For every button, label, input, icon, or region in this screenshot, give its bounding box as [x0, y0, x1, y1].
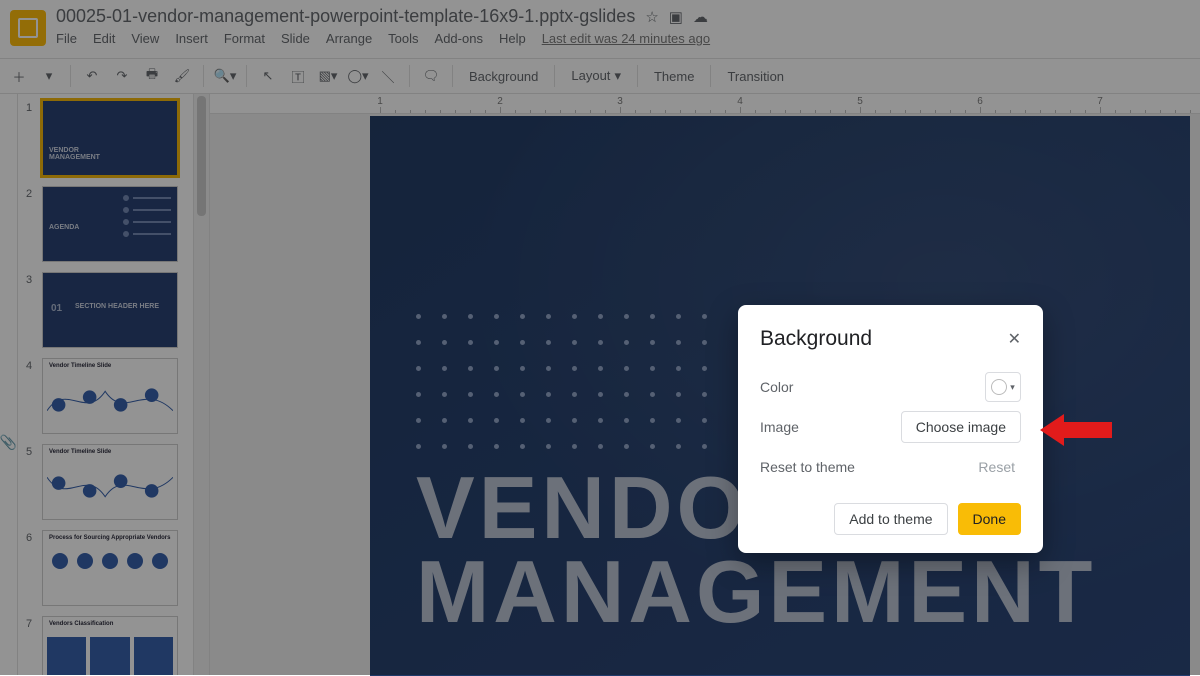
add-to-theme-button[interactable]: Add to theme — [834, 503, 947, 535]
reset-button: Reset — [972, 452, 1021, 482]
reset-label: Reset to theme — [760, 459, 855, 475]
close-icon[interactable]: ✕ — [1008, 329, 1021, 349]
image-label: Image — [760, 419, 799, 435]
dialog-title: Background — [760, 327, 872, 351]
color-picker[interactable]: ▾ — [985, 372, 1021, 402]
choose-image-button[interactable]: Choose image — [901, 411, 1021, 443]
done-button[interactable]: Done — [958, 503, 1021, 535]
color-label: Color — [760, 379, 793, 395]
background-dialog: Background ✕ Color ▾ Image Choose image … — [738, 305, 1043, 553]
annotation-arrow — [1040, 412, 1112, 448]
